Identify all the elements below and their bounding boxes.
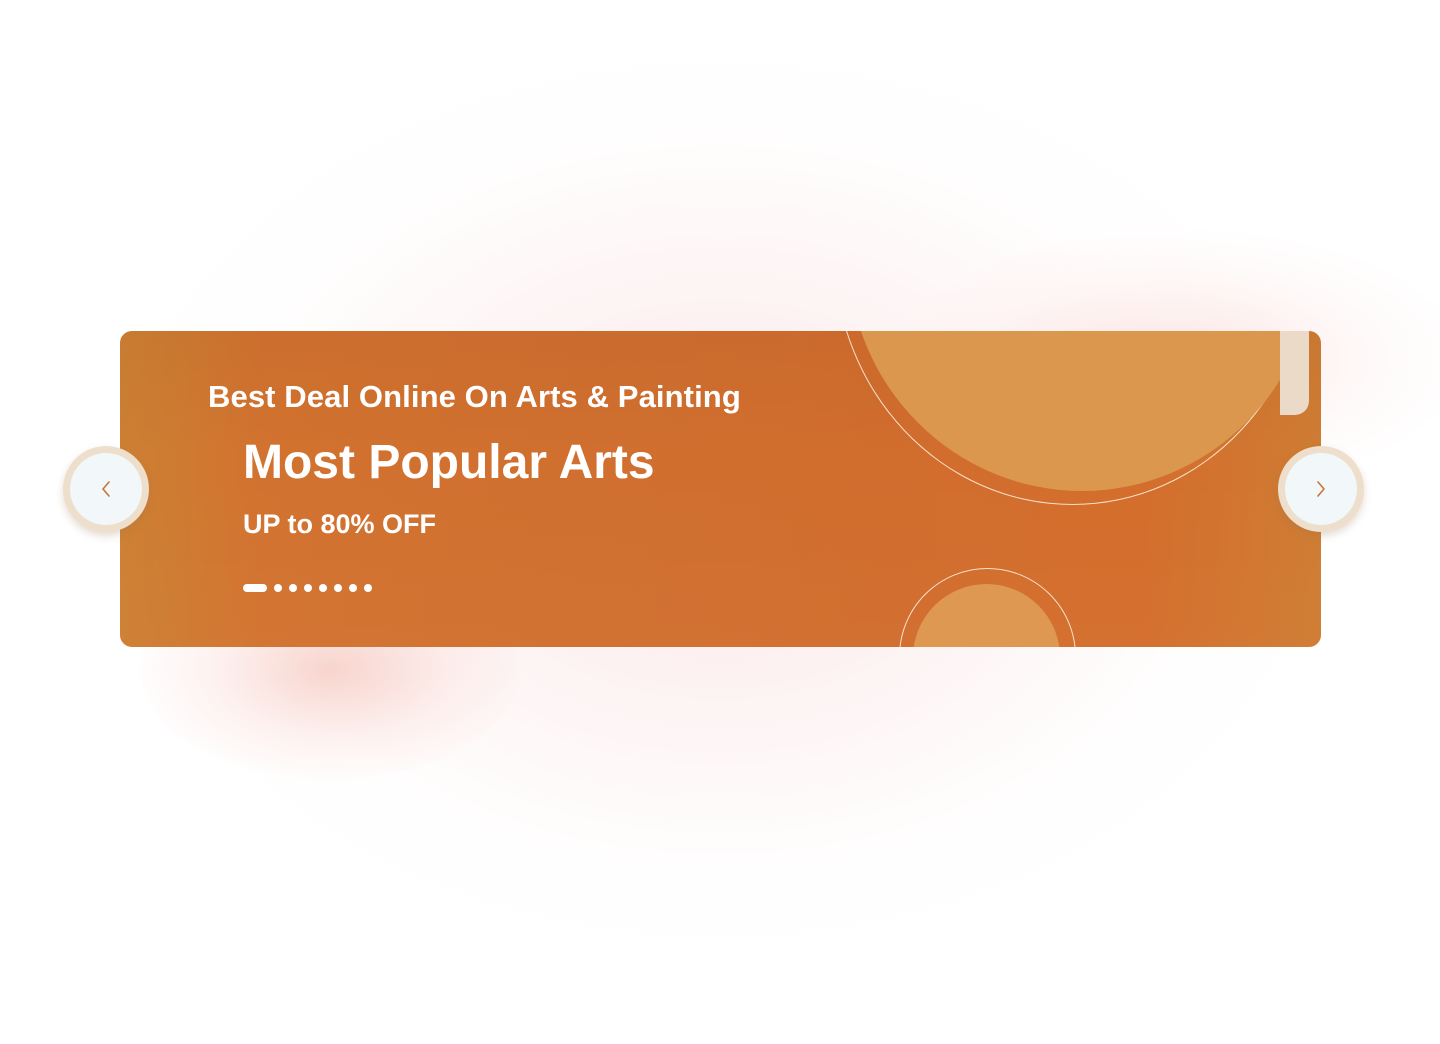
decorative-circle-large: [848, 331, 1316, 491]
carousel-prev-button-face[interactable]: [70, 453, 142, 525]
carousel-dot[interactable]: [349, 584, 357, 592]
banner-discount: UP to 80% OFF: [243, 509, 437, 539]
carousel-dot-active[interactable]: [243, 584, 267, 592]
promo-banner: Best Deal Online On Arts & Painting Most…: [120, 331, 1321, 647]
carousel-prev-button[interactable]: [63, 446, 149, 532]
banner-subtitle: Best Deal Online On Arts & Painting: [208, 379, 741, 414]
carousel-dot[interactable]: [364, 584, 372, 592]
decorative-ring-small: [899, 568, 1076, 647]
chevron-left-icon: [100, 480, 112, 498]
carousel-pagination: [243, 584, 372, 592]
decorative-tab: [1280, 331, 1309, 415]
carousel-dot[interactable]: [304, 584, 312, 592]
carousel-next-button[interactable]: [1278, 446, 1364, 532]
carousel-next-button-face[interactable]: [1285, 453, 1357, 525]
decorative-ring-large: [834, 331, 1311, 505]
carousel-dot[interactable]: [334, 584, 342, 592]
carousel-dot[interactable]: [319, 584, 327, 592]
carousel-dot[interactable]: [289, 584, 297, 592]
carousel-dot[interactable]: [274, 584, 282, 592]
decorative-circle-small: [913, 584, 1060, 647]
chevron-right-icon: [1315, 480, 1327, 498]
banner-title: Most Popular Arts: [243, 436, 655, 489]
